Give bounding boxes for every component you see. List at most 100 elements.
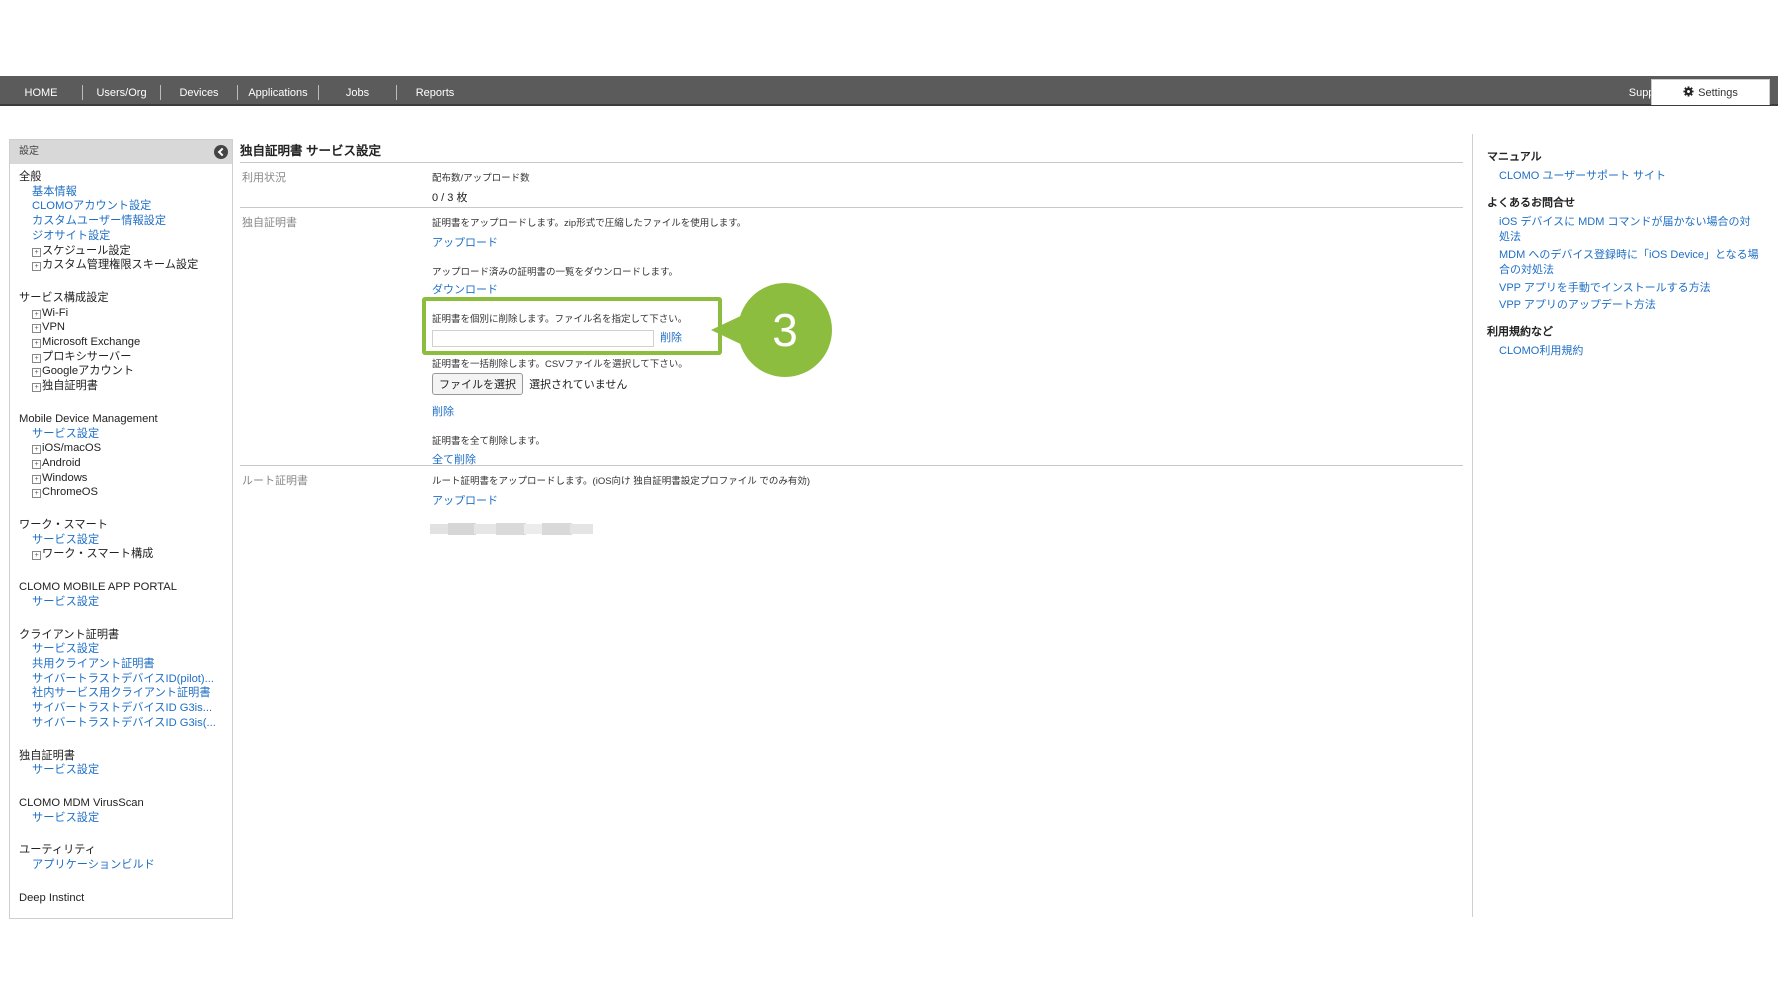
sidebar-item[interactable]: サービス設定 (19, 595, 217, 610)
usage-row: 利用状況 配布数/アップロード数 0 / 3 枚 (240, 163, 1463, 208)
highlight-box (422, 297, 722, 355)
usage-caption: 配布数/アップロード数 (432, 173, 530, 184)
sidebar-group: CLOMO MDM VirusScan サービス設定 (19, 796, 232, 825)
sidebar-group-title: 全般 (19, 171, 42, 183)
sidebar-item[interactable]: サービス設定 (19, 533, 217, 548)
sidebar-header: 設定 (10, 140, 232, 164)
sidebar-item[interactable]: サイバートラストデバイスID(pilot)... (19, 672, 217, 687)
sidebar-expandable-item[interactable]: + iOS/macOS (19, 441, 232, 456)
expand-icon[interactable]: + (32, 353, 41, 363)
sidebar-expandable-item[interactable]: + ワーク・スマート構成 (19, 547, 232, 562)
sidebar-expandable-item[interactable]: + Android (19, 456, 232, 471)
sidebar-expandable-item[interactable]: + Wi-Fi (19, 306, 232, 321)
expand-icon[interactable]: + (32, 489, 41, 499)
collapse-sidebar-icon[interactable] (214, 145, 228, 159)
expand-icon[interactable]: + (32, 445, 41, 455)
sidebar-item-label: Wi-Fi (42, 306, 69, 319)
terms-link[interactable]: CLOMO利用規約 (1499, 344, 1761, 359)
tab-home[interactable]: HOME (0, 76, 82, 104)
custom-cert-label: 独自証明書 (242, 217, 297, 229)
delete-all-link[interactable]: 全て削除 (432, 451, 1463, 467)
upload-link[interactable]: アップロード (432, 234, 1463, 250)
top-navigation: HOME Users/Org Devices Applications Jobs… (0, 76, 1778, 106)
sidebar-expandable-item[interactable]: + ChromeOS (19, 485, 232, 500)
tab-applications[interactable]: Applications (238, 76, 318, 104)
expand-icon[interactable]: + (32, 339, 41, 349)
sidebar-item-label: スケジュール設定 (42, 244, 131, 257)
expand-icon[interactable]: + (32, 247, 41, 257)
manual-link[interactable]: CLOMO ユーザーサポート サイト (1499, 169, 1761, 184)
sidebar-item-label: カスタム管理権限スキーム設定 (42, 259, 199, 272)
faq-link[interactable]: VPP アプリのアップデート方法 (1499, 298, 1761, 313)
sidebar-group: 独自証明書 サービス設定 (19, 749, 232, 778)
sidebar-item[interactable]: ジオサイト設定 (19, 229, 217, 244)
expand-icon[interactable]: + (32, 324, 41, 334)
faq-link[interactable]: VPP アプリを手動でインストールする方法 (1499, 281, 1761, 296)
expand-icon[interactable]: + (32, 309, 41, 319)
sidebar-item[interactable]: サービス設定 (19, 811, 217, 826)
sidebar-expandable-item[interactable]: + Googleアカウント (19, 364, 232, 379)
tab-jobs[interactable]: Jobs (319, 76, 396, 104)
sidebar-item-label: iOS/macOS (42, 442, 102, 455)
terms-heading: 利用規約など (1487, 326, 1553, 338)
root-cert-label: ルート証明書 (242, 475, 308, 487)
sidebar-item[interactable]: サービス設定 (19, 642, 217, 657)
sidebar-group-title: クライアント証明書 (19, 628, 120, 641)
no-file-selected-text: 選択されていません (529, 378, 628, 391)
step-callout: 3 (711, 283, 832, 377)
download-description: アップロード済みの証明書の一覧をダウンロードします。 (432, 267, 679, 278)
sidebar-expandable-item[interactable]: + 独自証明書 (19, 379, 232, 394)
sidebar-item[interactable]: カスタムユーザー情報設定 (19, 214, 217, 229)
delete-all-description: 証明書を全て削除します。 (432, 435, 546, 447)
sidebar-item[interactable]: 基本情報 (19, 185, 217, 200)
expand-icon[interactable]: + (32, 262, 41, 272)
tab-users-org[interactable]: Users/Org (83, 76, 160, 104)
sidebar-expandable-item[interactable]: + Microsoft Exchange (19, 335, 232, 350)
faq-link[interactable]: iOS デバイスに MDM コマンドが届かない場合の対処法 (1499, 215, 1761, 245)
sidebar-item[interactable]: サイバートラストデバイスID G3is... (19, 701, 217, 716)
sidebar-group: クライアント証明書 サービス設定 共用クライアント証明書 サイバートラストデバイスID… (19, 628, 232, 731)
faq-link[interactable]: MDM へのデバイス登録時に「iOS Device」となる場合の対処法 (1499, 248, 1761, 278)
gear-icon (1683, 86, 1694, 97)
sidebar-group: ユーティリティ アプリケーションビルド (19, 843, 232, 872)
sidebar-group-title: ワーク・スマート (19, 519, 108, 532)
sidebar-item[interactable]: 社内サービス用クライアント証明書 (19, 686, 217, 701)
bulk-delete-link[interactable]: 削除 (432, 403, 1463, 419)
sidebar-item[interactable]: サイバートラストデバイスID G3is(... (19, 716, 217, 731)
sidebar-expandable-item[interactable]: + VPN (19, 320, 232, 335)
upload-description: 証明書をアップロードします。zip形式で圧縮したファイルを使用します。 (432, 218, 747, 229)
sidebar-item-label: ChromeOS (42, 486, 98, 499)
sidebar-group-title: CLOMO MDM VirusScan (19, 796, 144, 809)
callout-number: 3 (772, 304, 798, 356)
sidebar-item-label: VPN (42, 321, 66, 334)
expand-icon[interactable]: + (32, 368, 41, 378)
expand-icon[interactable]: + (32, 383, 41, 393)
sidebar-item[interactable]: アプリケーションビルド (19, 858, 217, 873)
bulk-delete-description: 証明書を一括削除します。CSVファイルを選択して下さい。 (432, 358, 688, 370)
sidebar-expandable-item[interactable]: + プロキシサーバー (19, 350, 232, 365)
sidebar-group: サービス構成設定 + Wi-Fi + VPN + Microsoft Exchange + プロ… (19, 291, 232, 394)
root-upload-link[interactable]: アップロード (432, 492, 1463, 508)
tab-reports[interactable]: Reports (397, 76, 473, 104)
expand-icon[interactable]: + (32, 474, 41, 484)
choose-file-button[interactable]: ファイルを選択 (432, 372, 523, 395)
sidebar-item[interactable]: CLOMOアカウント設定 (19, 199, 217, 214)
sidebar-item-label: Microsoft Exchange (42, 336, 141, 349)
sidebar-group: Deep Instinct (19, 891, 232, 906)
sidebar-item[interactable]: 共用クライアント証明書 (19, 657, 217, 672)
expand-icon[interactable]: + (32, 459, 41, 469)
download-link[interactable]: ダウンロード (432, 281, 1463, 297)
faq-heading: よくあるお問合せ (1487, 197, 1575, 209)
sidebar-expandable-item[interactable]: + Windows (19, 471, 232, 486)
sidebar-group-title: 独自証明書 (19, 749, 75, 762)
sidebar-expandable-item[interactable]: + スケジュール設定 (19, 244, 232, 259)
sidebar-item[interactable]: サービス設定 (19, 763, 217, 778)
expand-icon[interactable]: + (32, 551, 41, 561)
usage-label: 利用状況 (242, 172, 286, 184)
sidebar-group-title: Deep Instinct (19, 891, 85, 904)
tab-settings[interactable]: Settings (1651, 79, 1770, 105)
sidebar-group-title: サービス構成設定 (19, 291, 109, 304)
sidebar-item[interactable]: サービス設定 (19, 427, 217, 442)
tab-devices[interactable]: Devices (161, 76, 237, 104)
sidebar-expandable-item[interactable]: + カスタム管理権限スキーム設定 (19, 258, 232, 273)
